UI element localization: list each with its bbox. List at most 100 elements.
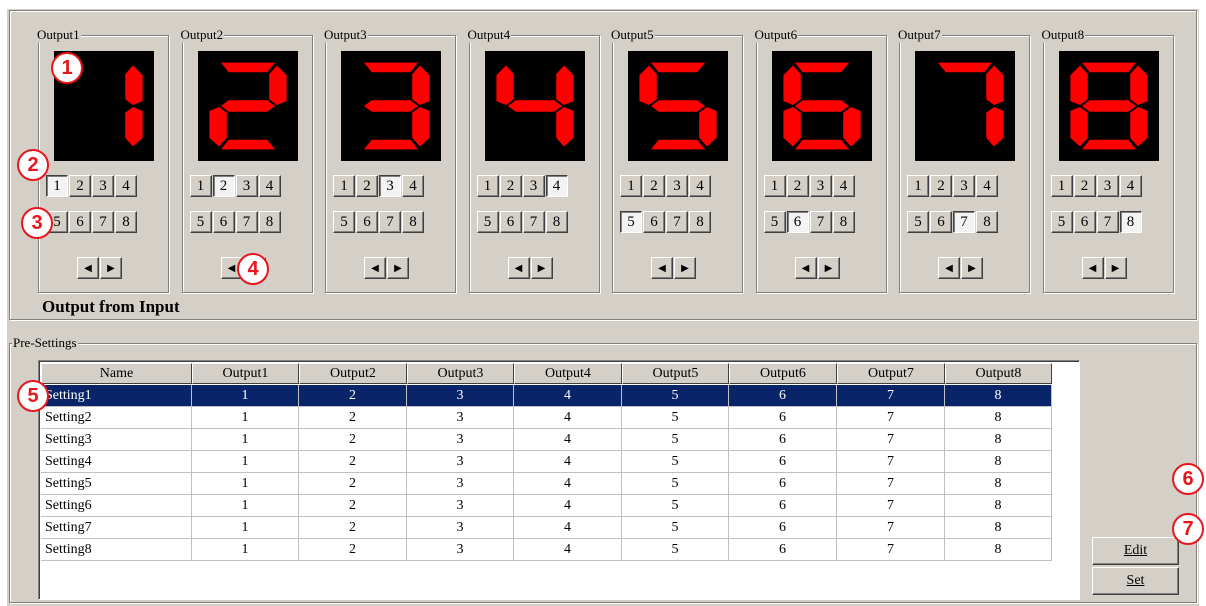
input-button-4[interactable]: 4 [1119, 175, 1142, 197]
input-button-8[interactable]: 8 [1119, 211, 1142, 233]
table-row[interactable]: Setting5 1 2 3 4 5 6 7 8 [41, 473, 1052, 495]
arrow-left-button[interactable]: ◀ [651, 257, 673, 279]
input-button-3[interactable]: 3 [1096, 175, 1119, 197]
input-button-4[interactable]: 4 [976, 175, 998, 197]
arrow-left-button[interactable]: ◀ [794, 257, 817, 279]
arrow-left-button[interactable]: ◀ [77, 257, 99, 279]
input-button-6[interactable]: 6 [786, 211, 809, 233]
column-header-output6[interactable]: Output6 [729, 363, 837, 384]
input-button-6[interactable]: 6 [930, 211, 952, 233]
output-value-cell: 5 [622, 473, 729, 495]
arrow-left-button[interactable]: ◀ [507, 257, 530, 279]
table-row[interactable]: Setting6 1 2 3 4 5 6 7 8 [41, 495, 1052, 517]
input-button-8[interactable]: 8 [258, 211, 281, 233]
input-button-4[interactable]: 4 [115, 175, 137, 197]
input-button-3[interactable]: 3 [235, 175, 258, 197]
input-button-3[interactable]: 3 [666, 175, 688, 197]
table-row[interactable]: Setting4 1 2 3 4 5 6 7 8 [41, 451, 1052, 473]
column-header-output5[interactable]: Output5 [622, 363, 729, 384]
input-button-5[interactable]: 5 [333, 211, 355, 233]
input-button-2[interactable]: 2 [356, 175, 378, 197]
input-button-5[interactable]: 5 [763, 211, 786, 233]
arrow-right-button[interactable]: ▶ [100, 257, 122, 279]
column-header-output3[interactable]: Output3 [407, 363, 514, 384]
input-button-1[interactable]: 1 [333, 175, 355, 197]
arrow-right-button[interactable]: ▶ [674, 257, 696, 279]
input-button-8[interactable]: 8 [832, 211, 855, 233]
input-button-2[interactable]: 2 [786, 175, 809, 197]
arrow-right-button[interactable]: ▶ [387, 257, 409, 279]
column-header-output8[interactable]: Output8 [945, 363, 1052, 384]
input-button-2[interactable]: 2 [212, 175, 235, 197]
input-button-8[interactable]: 8 [976, 211, 998, 233]
column-header-output4[interactable]: Output4 [514, 363, 622, 384]
arrow-left-button[interactable]: ◀ [1081, 257, 1104, 279]
input-button-1[interactable]: 1 [46, 175, 68, 197]
input-button-5[interactable]: 5 [907, 211, 929, 233]
input-button-2[interactable]: 2 [930, 175, 952, 197]
presettings-table[interactable]: Name Output1 Output2 Output3 Output4 Output5 O… [38, 360, 1080, 600]
column-header-output7[interactable]: Output7 [837, 363, 945, 384]
input-button-2[interactable]: 2 [499, 175, 522, 197]
input-button-6[interactable]: 6 [499, 211, 522, 233]
input-button-7[interactable]: 7 [92, 211, 114, 233]
input-button-8[interactable]: 8 [545, 211, 568, 233]
input-button-1[interactable]: 1 [1050, 175, 1073, 197]
input-button-5[interactable]: 5 [620, 211, 642, 233]
input-button-3[interactable]: 3 [92, 175, 114, 197]
set-button[interactable]: Set [1092, 567, 1179, 595]
table-row[interactable]: Setting7 1 2 3 4 5 6 7 8 [41, 517, 1052, 539]
input-button-4[interactable]: 4 [258, 175, 281, 197]
input-button-1[interactable]: 1 [907, 175, 929, 197]
input-button-2[interactable]: 2 [1073, 175, 1096, 197]
input-button-5[interactable]: 5 [476, 211, 499, 233]
arrow-left-button[interactable]: ◀ [364, 257, 386, 279]
input-button-4[interactable]: 4 [689, 175, 711, 197]
input-button-6[interactable]: 6 [69, 211, 91, 233]
input-button-3[interactable]: 3 [809, 175, 832, 197]
input-button-1[interactable]: 1 [189, 175, 212, 197]
arrow-right-button[interactable]: ▶ [530, 257, 553, 279]
column-header-name[interactable]: Name [41, 363, 192, 384]
arrow-left-button[interactable]: ◀ [938, 257, 960, 279]
arrow-right-button[interactable]: ▶ [1104, 257, 1127, 279]
column-header-output1[interactable]: Output1 [192, 363, 299, 384]
input-button-6[interactable]: 6 [1073, 211, 1096, 233]
input-button-8[interactable]: 8 [402, 211, 424, 233]
input-button-6[interactable]: 6 [212, 211, 235, 233]
table-row[interactable]: Setting8 1 2 3 4 5 6 7 8 [41, 539, 1052, 561]
input-button-5[interactable]: 5 [1050, 211, 1073, 233]
input-button-2[interactable]: 2 [69, 175, 91, 197]
input-button-7[interactable]: 7 [1096, 211, 1119, 233]
arrow-right-button[interactable]: ▶ [817, 257, 840, 279]
input-button-6[interactable]: 6 [356, 211, 378, 233]
input-button-3[interactable]: 3 [379, 175, 401, 197]
input-button-7[interactable]: 7 [235, 211, 258, 233]
input-button-1[interactable]: 1 [476, 175, 499, 197]
input-button-7[interactable]: 7 [953, 211, 975, 233]
input-button-3[interactable]: 3 [522, 175, 545, 197]
table-row[interactable]: Setting1 1 2 3 4 5 6 7 8 [41, 385, 1052, 407]
input-button-6[interactable]: 6 [643, 211, 665, 233]
input-button-8[interactable]: 8 [115, 211, 137, 233]
input-button-5[interactable]: 5 [189, 211, 212, 233]
input-button-3[interactable]: 3 [953, 175, 975, 197]
input-button-7[interactable]: 7 [379, 211, 401, 233]
segment-g [507, 100, 562, 112]
input-button-7[interactable]: 7 [666, 211, 688, 233]
edit-button[interactable]: Edit [1092, 537, 1179, 565]
input-button-4[interactable]: 4 [545, 175, 568, 197]
input-button-8[interactable]: 8 [689, 211, 711, 233]
input-button-2[interactable]: 2 [643, 175, 665, 197]
input-button-1[interactable]: 1 [763, 175, 786, 197]
input-button-4[interactable]: 4 [832, 175, 855, 197]
table-row[interactable]: Setting2 1 2 3 4 5 6 7 8 [41, 407, 1052, 429]
input-button-4[interactable]: 4 [402, 175, 424, 197]
input-button-7[interactable]: 7 [809, 211, 832, 233]
column-header-output2[interactable]: Output2 [299, 363, 407, 384]
input-button-1[interactable]: 1 [620, 175, 642, 197]
table-row[interactable]: Setting3 1 2 3 4 5 6 7 8 [41, 429, 1052, 451]
input-button-7[interactable]: 7 [522, 211, 545, 233]
arrow-right-button[interactable]: ▶ [961, 257, 983, 279]
input-button-row-2: 5678 [620, 211, 712, 233]
